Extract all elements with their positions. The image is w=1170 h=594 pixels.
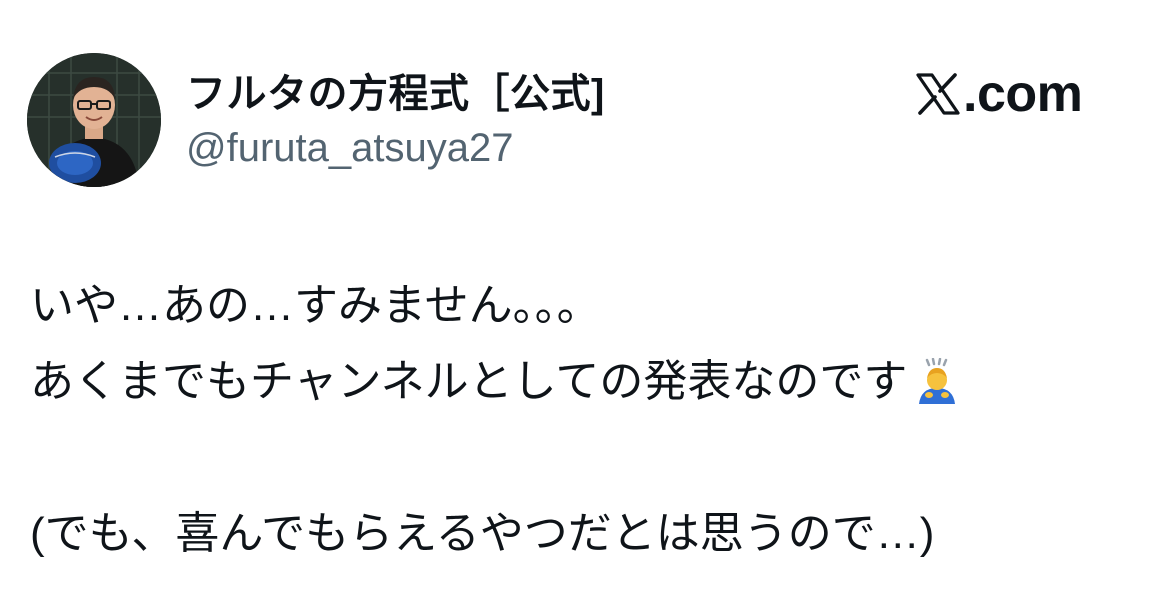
tweet-line-3: (でも、喜んでもらえるやつだとは思うので…) <box>30 509 935 558</box>
tweet-line-2-text: あくまでもチャンネルとしての発表なのです <box>30 357 908 406</box>
tweet-line-1: いや…あの…すみません。。。 <box>30 281 601 330</box>
brand-logo: .com <box>915 65 1083 123</box>
author-handle[interactable]: @furuta_atsuya27 <box>186 124 513 172</box>
tweet-card: フルタの方程式［公式] @furuta_atsuya27 .com いや…あの…… <box>0 0 1170 594</box>
author-display-name[interactable]: フルタの方程式［公式] <box>186 70 605 118</box>
tweet-body: いや…あの…すみません。。。 あくまでもチャンネルとしての発表なのです (でも、… <box>30 268 1140 572</box>
bowing-person-emoji <box>913 358 961 406</box>
tweet-line-2: あくまでもチャンネルとしての発表なのです <box>30 344 1140 420</box>
brand-domain-text: .com <box>963 65 1083 123</box>
author-avatar[interactable] <box>27 53 161 187</box>
x-logo-icon <box>916 73 960 115</box>
